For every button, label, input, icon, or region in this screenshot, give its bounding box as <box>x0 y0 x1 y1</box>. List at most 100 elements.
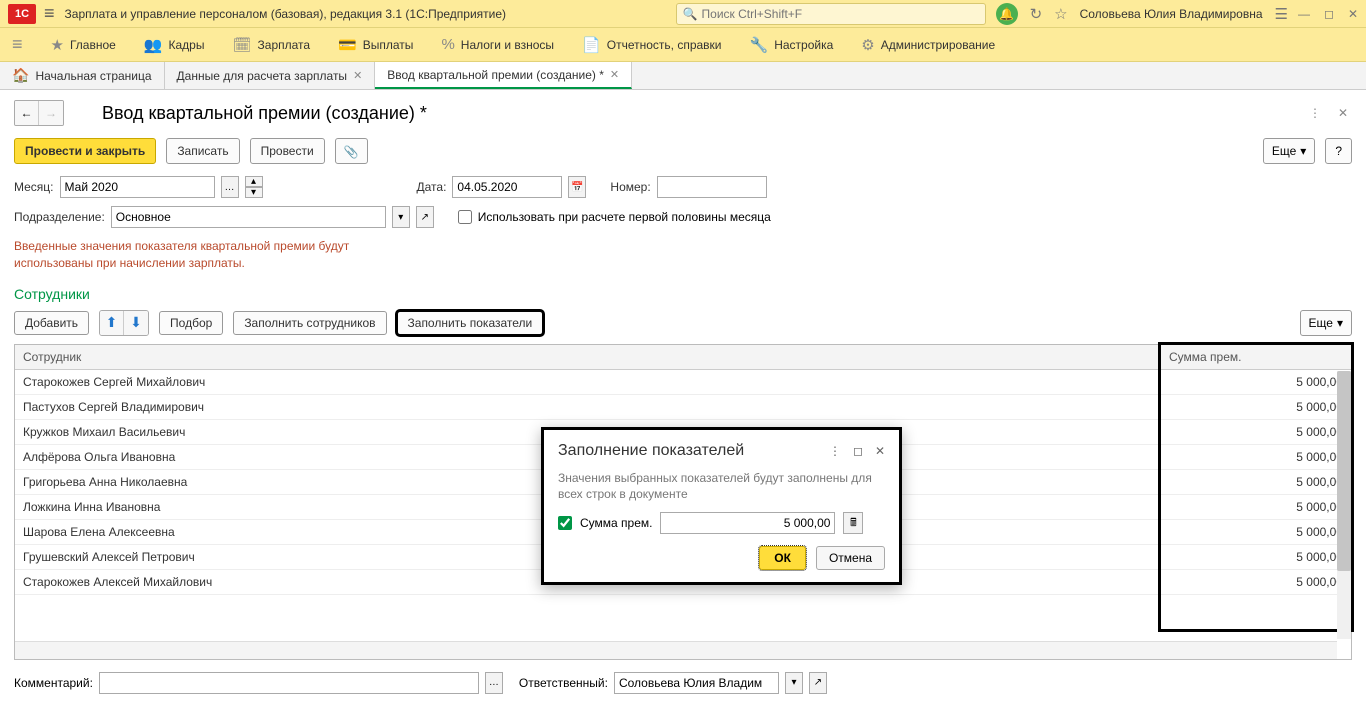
nav-label: Главное <box>70 38 116 52</box>
people-icon: 👥 <box>144 36 163 54</box>
dialog-maximize-icon[interactable]: ◻ <box>853 444 863 458</box>
subdivision-open-button[interactable]: ↗ <box>416 206 434 228</box>
post-close-button[interactable]: Провести и закрыть <box>14 138 156 164</box>
table-footer <box>15 641 1337 659</box>
close-window-icon[interactable]: ✕ <box>1348 7 1358 21</box>
first-half-checkbox[interactable] <box>458 210 472 224</box>
cell-sum[interactable]: 5 000,00 <box>1161 569 1351 594</box>
cell-sum[interactable]: 5 000,00 <box>1161 444 1351 469</box>
settings-lines-icon[interactable]: ☰ <box>1275 5 1288 23</box>
doc-icon: 📄 <box>582 36 601 54</box>
nav-label: Отчетность, справки <box>607 38 722 52</box>
page-menu-icon[interactable]: ⋮ <box>1306 104 1324 122</box>
main-menu-icon[interactable]: ≡ <box>44 3 55 24</box>
cell-sum[interactable]: 5 000,00 <box>1161 469 1351 494</box>
nav-reports[interactable]: 📄 Отчетность, справки <box>582 36 721 54</box>
user-name[interactable]: Соловьева Юлия Владимировна <box>1080 7 1263 21</box>
table-scrollbar[interactable] <box>1337 371 1351 639</box>
ok-button[interactable]: ОК <box>759 546 806 570</box>
sum-input[interactable] <box>660 512 835 534</box>
month-down-button[interactable]: ▾ <box>245 187 263 198</box>
fill-indicators-dialog: Заполнение показателей ⋮ ◻ ✕ Значения вы… <box>541 427 902 585</box>
back-button[interactable]: ← <box>15 101 39 125</box>
col-sum[interactable]: Сумма прем. <box>1161 345 1351 370</box>
calc-icon: 🗓 <box>232 36 251 54</box>
dialog-menu-icon[interactable]: ⋮ <box>829 444 841 458</box>
responsible-dropdown-button[interactable]: ▾ <box>785 672 803 694</box>
fill-employees-button[interactable]: Заполнить сотрудников <box>233 311 386 335</box>
close-icon[interactable]: ✕ <box>610 68 619 81</box>
clip-icon: 📎 <box>344 145 359 159</box>
table-more-button[interactable]: Еще▾ <box>1300 310 1352 336</box>
nav-admin[interactable]: ⚙Администрирование <box>861 36 995 54</box>
calendar-button[interactable]: 📅 <box>568 176 586 198</box>
first-half-label: Использовать при расчете первой половины… <box>478 210 771 224</box>
page-title: Ввод квартальной премии (создание) * <box>102 103 427 124</box>
page-close-icon[interactable]: ✕ <box>1334 104 1352 122</box>
cell-sum[interactable]: 5 000,00 <box>1161 394 1351 419</box>
responsible-input[interactable] <box>614 672 779 694</box>
month-select-button[interactable]: … <box>221 176 239 198</box>
attach-button[interactable]: 📎 <box>335 138 368 164</box>
table-row[interactable]: Пастухов Сергей Владимирович5 000,00 <box>15 394 1351 419</box>
calculator-button[interactable]: 🖩 <box>843 512 863 534</box>
cell-sum[interactable]: 5 000,00 <box>1161 544 1351 569</box>
tab-home[interactable]: 🏠Начальная страница <box>0 62 165 89</box>
favorite-icon[interactable]: ☆ <box>1054 5 1067 23</box>
subdivision-input[interactable] <box>111 206 386 228</box>
cell-employee[interactable]: Старокожев Сергей Михайлович <box>15 369 1161 394</box>
dialog-close-icon[interactable]: ✕ <box>875 444 885 458</box>
sections-menu-icon[interactable]: ≡ <box>12 34 23 55</box>
tab-bonus[interactable]: Ввод квартальной премии (создание) *✕ <box>375 62 632 89</box>
write-button[interactable]: Записать <box>166 138 239 164</box>
minimize-icon[interactable]: — <box>1298 7 1310 21</box>
nav-label: Налоги и взносы <box>461 38 554 52</box>
comment-label: Комментарий: <box>14 676 93 690</box>
sum-checkbox[interactable] <box>558 516 572 530</box>
cell-employee[interactable]: Пастухов Сергей Владимирович <box>15 394 1161 419</box>
cell-sum[interactable]: 5 000,00 <box>1161 494 1351 519</box>
comment-input[interactable] <box>99 672 479 694</box>
pick-button[interactable]: Подбор <box>159 311 223 335</box>
global-search[interactable]: 🔍 <box>676 3 986 25</box>
move-up-button[interactable]: ⬆ <box>100 311 124 335</box>
employees-section: Сотрудники <box>14 286 1352 302</box>
nav-personnel[interactable]: 👥Кадры <box>144 36 205 54</box>
cell-sum[interactable]: 5 000,00 <box>1161 369 1351 394</box>
month-up-button[interactable]: ▴ <box>245 176 263 187</box>
number-label: Номер: <box>610 180 650 194</box>
cancel-button[interactable]: Отмена <box>816 546 885 570</box>
app-title: Зарплата и управление персоналом (базова… <box>65 7 507 21</box>
tab-calc-data[interactable]: Данные для расчета зарплаты✕ <box>165 62 376 89</box>
nav-settings[interactable]: 🔧Настройка <box>750 36 834 54</box>
add-button[interactable]: Добавить <box>14 311 89 335</box>
comment-select-button[interactable]: … <box>485 672 503 694</box>
nav-taxes[interactable]: %Налоги и взносы <box>441 36 554 53</box>
bell-icon[interactable]: 🔔 <box>996 3 1018 25</box>
nav-label: Выплаты <box>363 38 414 52</box>
responsible-open-button[interactable]: ↗ <box>809 672 827 694</box>
help-button[interactable]: ? <box>1325 138 1352 164</box>
col-employee[interactable]: Сотрудник <box>15 345 1161 370</box>
history-icon[interactable]: ↻ <box>1030 5 1043 23</box>
forward-button[interactable]: → <box>39 101 63 125</box>
close-icon[interactable]: ✕ <box>353 69 362 82</box>
fill-indicators-button[interactable]: Заполнить показатели <box>397 311 544 335</box>
nav-salary[interactable]: 🗓Зарплата <box>232 36 310 54</box>
star-icon: ★ <box>51 36 64 54</box>
move-down-button[interactable]: ⬇ <box>124 311 148 335</box>
post-button[interactable]: Провести <box>250 138 325 164</box>
nav-main[interactable]: ★ Главное <box>51 36 116 54</box>
search-input[interactable] <box>702 7 979 21</box>
nav-payments[interactable]: 💳Выплаты <box>338 36 413 54</box>
month-input[interactable] <box>60 176 215 198</box>
cell-sum[interactable]: 5 000,00 <box>1161 419 1351 444</box>
maximize-icon[interactable]: ◻ <box>1324 7 1334 21</box>
number-input[interactable] <box>657 176 767 198</box>
app-logo: 1C <box>8 4 36 24</box>
date-input[interactable] <box>452 176 562 198</box>
subdivision-dropdown-button[interactable]: ▾ <box>392 206 410 228</box>
more-button[interactable]: Еще▾ <box>1263 138 1315 164</box>
table-row[interactable]: Старокожев Сергей Михайлович5 000,00 <box>15 369 1351 394</box>
cell-sum[interactable]: 5 000,00 <box>1161 519 1351 544</box>
